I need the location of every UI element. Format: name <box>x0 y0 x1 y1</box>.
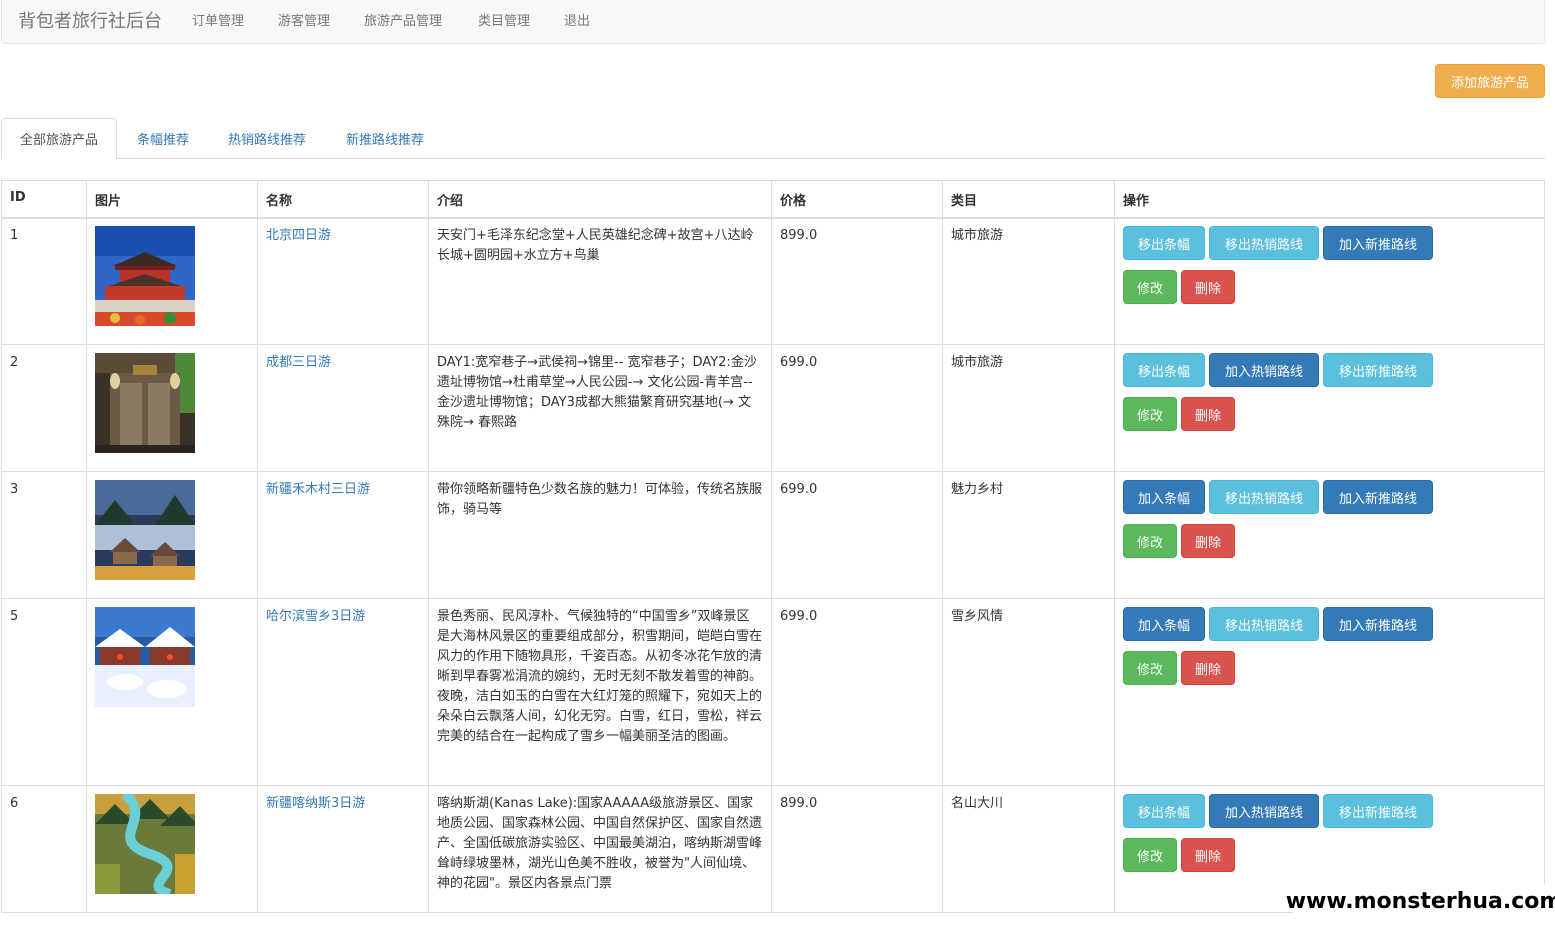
banner-toggle-button[interactable]: 移出条幅 <box>1123 353 1205 387</box>
delete-button[interactable]: 删除 <box>1181 524 1235 558</box>
products-table: ID 图片 名称 介绍 价格 类目 操作 1 北京四日游 天安门+毛泽东纪念堂+… <box>1 180 1545 913</box>
product-name-link[interactable]: 新疆禾木村三日游 <box>266 480 370 500</box>
header-category: 类目 <box>951 194 978 209</box>
tab-hot-routes[interactable]: 热销路线推荐 <box>212 118 322 159</box>
product-image-snow-town <box>95 607 195 707</box>
product-category: 雪乡风情 <box>951 609 1004 624</box>
product-name-link[interactable]: 成都三日游 <box>266 353 331 373</box>
product-name-link[interactable]: 新疆喀纳斯3日游 <box>266 794 365 814</box>
edit-button[interactable]: 修改 <box>1123 524 1177 558</box>
brand-title[interactable]: 背包者旅行社后台 <box>18 7 162 33</box>
product-category: 城市旅游 <box>951 355 1004 370</box>
product-category: 名山大川 <box>951 796 1004 811</box>
product-price: 899.0 <box>780 228 818 243</box>
header-id: ID <box>10 190 26 205</box>
product-category: 魅力乡村 <box>951 482 1004 497</box>
edit-button[interactable]: 修改 <box>1123 651 1177 685</box>
banner-toggle-button[interactable]: 加入条幅 <box>1123 607 1205 641</box>
hot-route-toggle-button[interactable]: 加入热销路线 <box>1209 353 1319 387</box>
delete-button[interactable]: 删除 <box>1181 838 1235 872</box>
product-intro: 天安门+毛泽东纪念堂+人民英雄纪念碑+故宫+八达岭长城+圆明园+水立方+鸟巢 <box>437 228 754 263</box>
product-image-tiananmen <box>95 226 195 326</box>
tab-banner[interactable]: 条幅推荐 <box>122 118 204 159</box>
banner-toggle-button[interactable]: 移出条幅 <box>1123 226 1205 260</box>
product-intro: 喀纳斯湖(Kanas Lake):国家AAAAA级旅游景区、国家地质公园、国家森… <box>437 796 763 891</box>
edit-button[interactable]: 修改 <box>1123 397 1177 431</box>
hot-route-toggle-button[interactable]: 加入热销路线 <box>1209 794 1319 828</box>
nav-products[interactable]: 旅游产品管理 <box>364 10 442 29</box>
nav-tourists[interactable]: 游客管理 <box>278 10 330 29</box>
header-name: 名称 <box>266 194 293 209</box>
new-route-toggle-button[interactable]: 移出新推路线 <box>1323 353 1433 387</box>
nav-orders[interactable]: 订单管理 <box>192 10 244 29</box>
new-route-toggle-button[interactable]: 加入新推路线 <box>1323 607 1433 641</box>
product-price: 899.0 <box>780 796 818 811</box>
nav-logout[interactable]: 退出 <box>564 10 590 29</box>
delete-button[interactable]: 删除 <box>1181 651 1235 685</box>
product-image-chengdu <box>95 353 195 453</box>
add-product-button[interactable]: 添加旅游产品 <box>1435 64 1545 98</box>
tab-all-products[interactable]: 全部旅游产品 <box>1 118 117 159</box>
row-id: 6 <box>10 796 19 811</box>
product-image-kanas <box>95 794 195 894</box>
product-price: 699.0 <box>780 609 818 624</box>
nav-categories[interactable]: 类目管理 <box>478 10 530 29</box>
row-id: 1 <box>10 228 19 243</box>
new-route-toggle-button[interactable]: 加入新推路线 <box>1323 226 1433 260</box>
new-route-toggle-button[interactable]: 加入新推路线 <box>1323 480 1433 514</box>
header-intro: 介绍 <box>437 194 464 209</box>
delete-button[interactable]: 删除 <box>1181 397 1235 431</box>
tab-new-routes[interactable]: 新推路线推荐 <box>330 118 440 159</box>
product-intro: 带你领略新疆特色少数名族的魅力！可体验，传统名族服饰，骑马等 <box>437 482 763 517</box>
hot-route-toggle-button[interactable]: 移出热销路线 <box>1209 226 1319 260</box>
watermark-text: www.monsterhua.com <box>1286 884 1555 918</box>
product-intro: DAY1:宽窄巷子→武侯祠→锦里-- 宽窄巷子；DAY2:金沙遗址博物馆→杜甫草… <box>437 355 757 430</box>
product-name-link[interactable]: 北京四日游 <box>266 226 331 246</box>
product-category: 城市旅游 <box>951 228 1004 243</box>
row-id: 2 <box>10 355 19 370</box>
product-image-hemu <box>95 480 195 580</box>
product-price: 699.0 <box>780 482 818 497</box>
product-name-link[interactable]: 哈尔滨雪乡3日游 <box>266 607 365 627</box>
row-id: 3 <box>10 482 19 497</box>
new-route-toggle-button[interactable]: 移出新推路线 <box>1323 794 1433 828</box>
edit-button[interactable]: 修改 <box>1123 270 1177 304</box>
product-intro: 景色秀丽、民风淳朴、气候独特的“中国雪乡”双峰景区是大海林风景区的重要组成部分，… <box>437 609 763 744</box>
delete-button[interactable]: 删除 <box>1181 270 1235 304</box>
header-actions: 操作 <box>1123 194 1150 209</box>
banner-toggle-button[interactable]: 加入条幅 <box>1123 480 1205 514</box>
edit-button[interactable]: 修改 <box>1123 838 1177 872</box>
row-id: 5 <box>10 609 19 624</box>
banner-toggle-button[interactable]: 移出条幅 <box>1123 794 1205 828</box>
top-navbar: 背包者旅行社后台 订单管理 游客管理 旅游产品管理 类目管理 退出 <box>1 0 1545 44</box>
product-price: 699.0 <box>780 355 818 370</box>
header-price: 价格 <box>780 194 807 209</box>
hot-route-toggle-button[interactable]: 移出热销路线 <box>1209 607 1319 641</box>
hot-route-toggle-button[interactable]: 移出热销路线 <box>1209 480 1319 514</box>
header-image: 图片 <box>95 194 122 209</box>
